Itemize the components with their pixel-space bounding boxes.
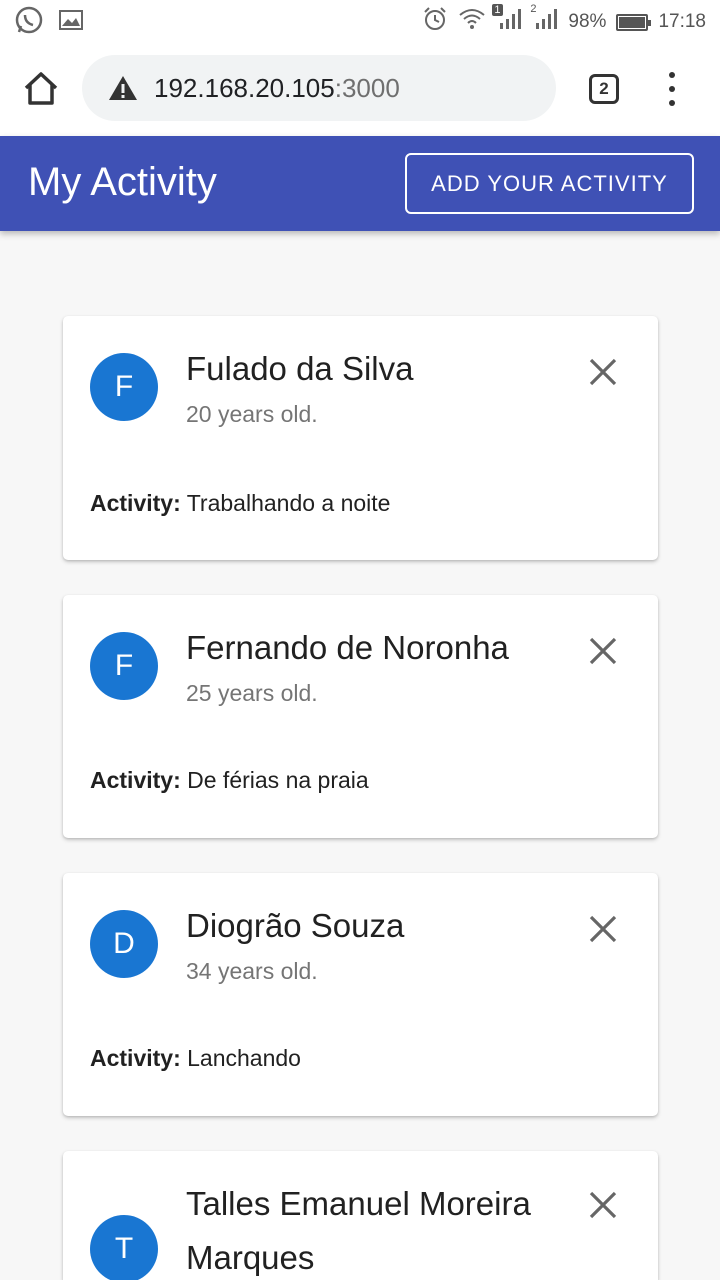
close-icon[interactable] xyxy=(587,356,619,388)
activity-label: Activity: xyxy=(90,490,181,516)
clock: 17:18 xyxy=(658,11,706,32)
avatar: F xyxy=(90,353,158,421)
activity-line: Activity: Lanchando xyxy=(90,1045,301,1072)
activity-line: Activity: De férias na praia xyxy=(90,767,369,794)
battery-icon xyxy=(616,13,652,31)
whatsapp-icon xyxy=(14,5,44,41)
person-name: Talles Emanuel Moreira Marques xyxy=(186,1185,531,1276)
person-age: 20 years old. xyxy=(186,401,318,427)
alarm-icon xyxy=(422,6,448,38)
warning-icon[interactable] xyxy=(108,75,138,101)
activity-text: Lanchando xyxy=(187,1045,301,1071)
battery-percent: 98% xyxy=(568,11,607,32)
activity-card: D Diogrão Souza 34 years old. Activity: … xyxy=(63,873,658,1116)
more-menu-icon[interactable] xyxy=(662,72,682,106)
sim2-badge: 2 xyxy=(530,3,537,15)
add-activity-button[interactable]: ADD YOUR ACTIVITY xyxy=(405,153,694,214)
app-bar: My Activity ADD YOUR ACTIVITY xyxy=(0,136,720,231)
person-age: 34 years old. xyxy=(186,958,318,984)
avatar: D xyxy=(90,910,158,978)
page-title: My Activity xyxy=(28,160,217,204)
close-icon[interactable] xyxy=(587,635,619,667)
tab-count: 2 xyxy=(599,79,609,98)
person-name: Diogrão Souza xyxy=(186,907,405,944)
activity-card: F Fernando de Noronha 25 years old. Acti… xyxy=(63,595,658,838)
activity-card: T Talles Emanuel Moreira Marques xyxy=(63,1151,658,1280)
activity-label: Activity: xyxy=(90,1045,181,1071)
activity-text: Trabalhando a noite xyxy=(186,490,391,516)
url-host: 192.168.20.105 xyxy=(154,72,335,103)
tab-switcher-button[interactable]: 2 xyxy=(589,74,619,104)
url-port: :3000 xyxy=(334,72,400,103)
activity-text: De férias na praia xyxy=(187,767,369,793)
browser-toolbar: 192.168.20.105:3000 2 xyxy=(0,40,720,136)
person-name: Fernando de Noronha xyxy=(186,629,509,666)
avatar: F xyxy=(90,632,158,700)
signal-sim2-icon: 2 xyxy=(530,3,558,37)
person-age: 25 years old. xyxy=(186,680,318,706)
home-icon[interactable] xyxy=(22,70,60,108)
activity-card: F Fulado da Silva 20 years old. Activity… xyxy=(63,316,658,560)
sim1-badge: 1 xyxy=(492,4,503,16)
image-icon xyxy=(58,9,84,37)
close-icon[interactable] xyxy=(587,1189,619,1221)
activity-line: Activity: Trabalhando a noite xyxy=(90,490,390,517)
avatar: T xyxy=(90,1215,158,1280)
close-icon[interactable] xyxy=(587,913,619,945)
signal-sim1-icon: 1 xyxy=(492,4,522,37)
person-name: Fulado da Silva xyxy=(186,350,414,387)
address-bar[interactable]: 192.168.20.105:3000 xyxy=(82,55,556,121)
activity-label: Activity: xyxy=(90,767,181,793)
wifi-icon xyxy=(458,7,486,37)
status-bar: 1 2 98% 17:18 xyxy=(0,0,720,40)
